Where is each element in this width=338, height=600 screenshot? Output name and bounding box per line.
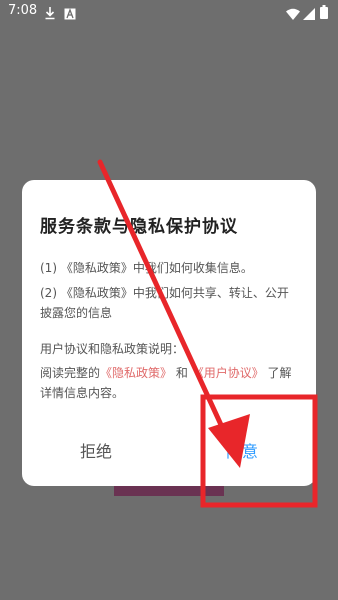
a-badge-icon <box>64 5 76 24</box>
status-bar: 7:08 <box>0 0 338 24</box>
battery-icon <box>320 4 328 23</box>
privacy-policy-link[interactable]: 《隐私政策》 <box>100 366 172 380</box>
refuse-button[interactable]: 拒绝 <box>80 438 112 462</box>
read-statement: 阅读完整的《隐私政策》 和 《用户协议》 了解详情信息内容。 <box>40 363 298 403</box>
status-time: 7:08 <box>8 3 38 18</box>
user-agreement-link[interactable]: 《用户协议》 <box>192 366 264 380</box>
signal-icon <box>303 5 315 24</box>
wifi-icon <box>286 5 300 24</box>
read-prefix: 阅读完整的 <box>40 366 101 380</box>
privacy-dialog: 服务条款与隐私保护协议 (1) 《隐私政策》中我们如何收集信息。 (2) 《隐私… <box>22 180 316 486</box>
and-text: 和 <box>175 366 188 380</box>
dialog-title: 服务条款与隐私保护协议 <box>40 217 238 237</box>
policy-item-2: (2) 《隐私政策》中我们如何共享、转让、公开披露您的信息 <box>40 286 289 320</box>
explain-heading: 用户协议和隐私政策说明： <box>40 342 185 356</box>
download-icon <box>44 5 56 24</box>
policy-item-1: (1) 《隐私政策》中我们如何收集信息。 <box>40 261 253 275</box>
agree-button[interactable]: 同意 <box>226 438 258 462</box>
